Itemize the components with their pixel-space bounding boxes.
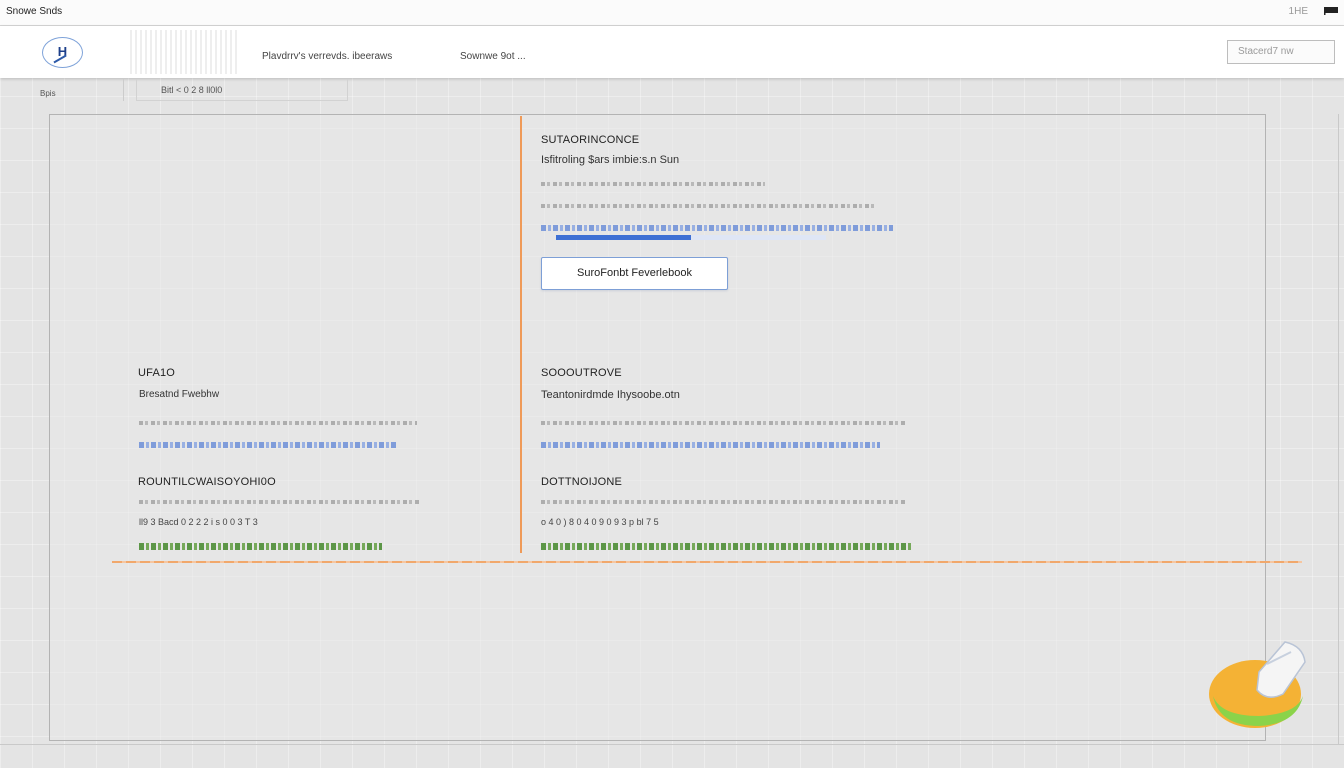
app-title: Snowe Snds <box>6 6 63 17</box>
sub-bar: Bpis Bitl < 0 2 8 ll0l0 <box>0 79 1344 103</box>
section-heading-mid-left: UFA1O <box>138 367 176 379</box>
status-line <box>541 543 913 550</box>
progress-bar <box>556 235 826 240</box>
text-line <box>139 500 419 504</box>
logo[interactable]: H <box>42 37 83 68</box>
text-line <box>541 500 905 504</box>
section-heading-bottom-left: ROUNTILCWAISOYOHI0O <box>138 476 276 488</box>
mascot-icon[interactable] <box>1207 634 1311 732</box>
text-line <box>139 421 417 425</box>
right-edge-line <box>1338 114 1339 744</box>
link-line[interactable] <box>541 225 893 231</box>
text-line <box>541 421 905 425</box>
section-heading-mid-right: SOOOUTROVE <box>541 367 622 379</box>
section-heading-top-right: SUTAORINCONCE <box>541 134 640 146</box>
primary-action-button[interactable]: SuroFonbt Feverlebook <box>541 257 728 290</box>
content-card <box>49 114 1266 741</box>
section-heading-bottom-right: DOTTNOIJONE <box>541 476 623 488</box>
data-line-bottom-right: o 4 0 ) 8 0 4 0 9 0 9 3 p bl 7 5 <box>541 517 659 527</box>
progress-fill <box>556 235 691 240</box>
nav-link-2[interactable]: Sownwe 9ot ... <box>460 51 526 62</box>
status-line <box>139 543 382 550</box>
section-subheading-mid-left: Bresatnd Fwebhw <box>139 389 220 400</box>
timeline-divider <box>112 561 1302 563</box>
tab-divider <box>123 79 124 101</box>
bottom-divider <box>0 744 1344 745</box>
link-line[interactable] <box>541 442 880 448</box>
main-toolbar: H Plavdrrv's verrevds. ibeeraws Sownwe 9… <box>0 26 1344 78</box>
data-line-bottom-left: ll9 3 Bacd 0 2 2 2 i s 0 0 3 T 3 <box>139 517 258 527</box>
link-line[interactable] <box>139 442 396 448</box>
nav-decoration <box>130 30 240 74</box>
tab-main-label: Bitl < 0 2 8 ll0l0 <box>161 85 223 95</box>
nav-link-1[interactable]: Plavdrrv's verrevds. ibeeraws <box>262 51 392 62</box>
search-input[interactable]: Stacerd7 nw <box>1227 40 1335 64</box>
flag-icon[interactable] <box>1324 7 1338 15</box>
column-divider <box>520 116 522 553</box>
text-line <box>541 182 765 186</box>
title-bar: Snowe Snds 1HE <box>0 0 1344 26</box>
text-line <box>541 204 876 208</box>
tab-main[interactable]: Bitl < 0 2 8 ll0l0 <box>136 79 348 101</box>
section-subheading-mid-right: Teantonirdmde Ihysoobe.otn <box>541 389 680 401</box>
section-subheading-top-right: Isfitroling $ars imbie:s.n Sun <box>541 154 680 166</box>
subbar-label: Bpis <box>40 89 56 98</box>
window-meta: 1HE <box>1288 6 1308 17</box>
